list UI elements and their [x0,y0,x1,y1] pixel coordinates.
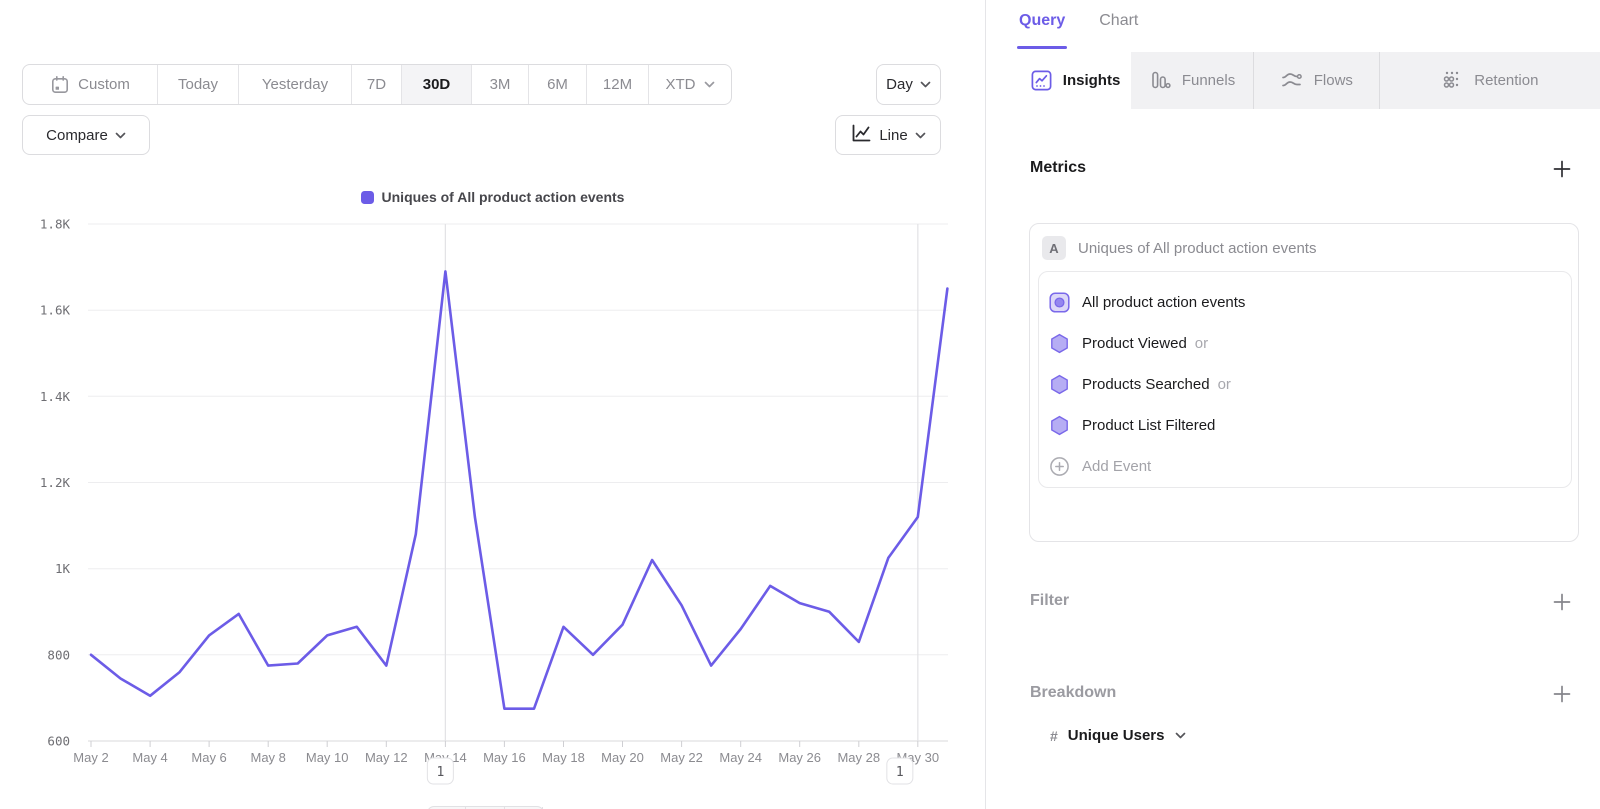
line-chart[interactable]: 600 800 1K 1.2K 1.4K 1.6K 1.8K May 2 May 4 May 6 M… [0,0,985,809]
series-row: A Uniques of All product action events [1042,236,1316,260]
tab-label: Retention [1474,72,1538,89]
svg-text:May 28: May 28 [837,750,880,765]
svg-text:May 16: May 16 [483,750,526,765]
annotation-badge[interactable]: 1 [887,758,913,784]
svg-text:May 2: May 2 [73,750,108,765]
insights-icon [1030,69,1053,92]
chevron-down-icon [1175,732,1186,739]
tab-funnels[interactable]: Funnels [1131,52,1254,109]
tab-flows[interactable]: Flows [1254,52,1380,109]
query-panel: Query Chart Insights Funnels Flows Retention… [985,0,1600,809]
add-breakdown-button[interactable] [1552,684,1572,704]
svg-text:1.2K: 1.2K [40,475,71,490]
svg-text:May 22: May 22 [660,750,703,765]
event-name: Product List Filtered [1082,417,1215,434]
svg-text:600: 600 [47,734,70,749]
add-metric-button[interactable] [1552,159,1572,179]
svg-text:1K: 1K [55,561,71,576]
svg-text:May 12: May 12 [365,750,408,765]
event-hexagon-icon [1049,415,1070,436]
add-event-icon [1049,456,1070,477]
aggregation-label: Unique Users [1068,727,1165,744]
event-row-2[interactable]: Products Searched or [1039,364,1571,405]
svg-text:May 4: May 4 [132,750,167,765]
series-badge: A [1042,236,1066,260]
data-series-line[interactable] [91,271,947,708]
plus-icon [1553,685,1571,703]
svg-text:May 8: May 8 [250,750,285,765]
event-row-1[interactable]: Product Viewed or [1039,323,1571,364]
add-event-button[interactable]: Add Event [1039,446,1571,487]
event-hexagon-icon [1049,374,1070,395]
aggregation-selector[interactable]: # Unique Users [1050,727,1186,744]
all-events-icon [1049,292,1070,313]
retention-icon [1441,69,1464,92]
report-tab-bar: Insights Funnels Flows Retention [1019,52,1600,109]
tab-label: Flows [1314,72,1353,89]
svg-text:May 6: May 6 [191,750,226,765]
svg-text:May 18: May 18 [542,750,585,765]
svg-text:May 20: May 20 [601,750,644,765]
flows-icon [1280,69,1304,92]
add-filter-button[interactable] [1552,592,1572,612]
event-name: Product Viewed [1082,335,1187,352]
svg-text:May 24: May 24 [719,750,762,765]
filter-heading: Filter [1030,592,1069,610]
svg-text:1.6K: 1.6K [40,303,71,318]
series-title: Uniques of All product action events [1078,240,1316,257]
funnels-icon [1149,69,1172,92]
event-row-3[interactable]: Product List Filtered [1039,405,1571,446]
tab-insights[interactable]: Insights [1019,52,1131,109]
event-name: All product action events [1082,294,1245,311]
event-operator: or [1218,376,1231,393]
metrics-heading: Metrics [1030,159,1086,177]
event-name: Products Searched [1082,376,1210,393]
number-icon: # [1050,728,1058,744]
annotation-badge[interactable]: 1 [427,758,453,784]
svg-text:1.4K: 1.4K [40,389,71,404]
breakdown-heading: Breakdown [1030,684,1116,702]
tab-retention[interactable]: Retention [1380,52,1600,109]
chevron-down-icon [1175,732,1186,739]
event-name: Add Event [1082,458,1151,475]
svg-text:800: 800 [47,647,70,662]
svg-text:1: 1 [896,765,904,780]
svg-text:May 10: May 10 [306,750,349,765]
tab-query[interactable]: Query [1019,12,1065,40]
plus-icon [1553,160,1571,178]
svg-text:1.8K: 1.8K [40,217,71,232]
chart-area: CustomTodayYesterday7D30D3M6M12MXTD Day … [0,0,985,809]
metric-card: A Uniques of All product action events A… [1029,223,1579,542]
tab-label: Insights [1063,72,1121,89]
event-hexagon-icon [1049,333,1070,354]
tab-chart[interactable]: Chart [1099,12,1138,40]
event-operator: or [1195,335,1208,352]
event-list: All product action events Product Viewed o… [1038,271,1572,488]
svg-text:1: 1 [436,765,444,780]
tab-label: Funnels [1182,72,1235,89]
event-row-0[interactable]: All product action events [1039,282,1571,323]
plus-icon [1553,593,1571,611]
svg-text:May 26: May 26 [778,750,821,765]
analytics-app: CustomTodayYesterday7D30D3M6M12MXTD Day … [0,0,1600,809]
panel-tab-bar: Query Chart [1019,12,1138,40]
